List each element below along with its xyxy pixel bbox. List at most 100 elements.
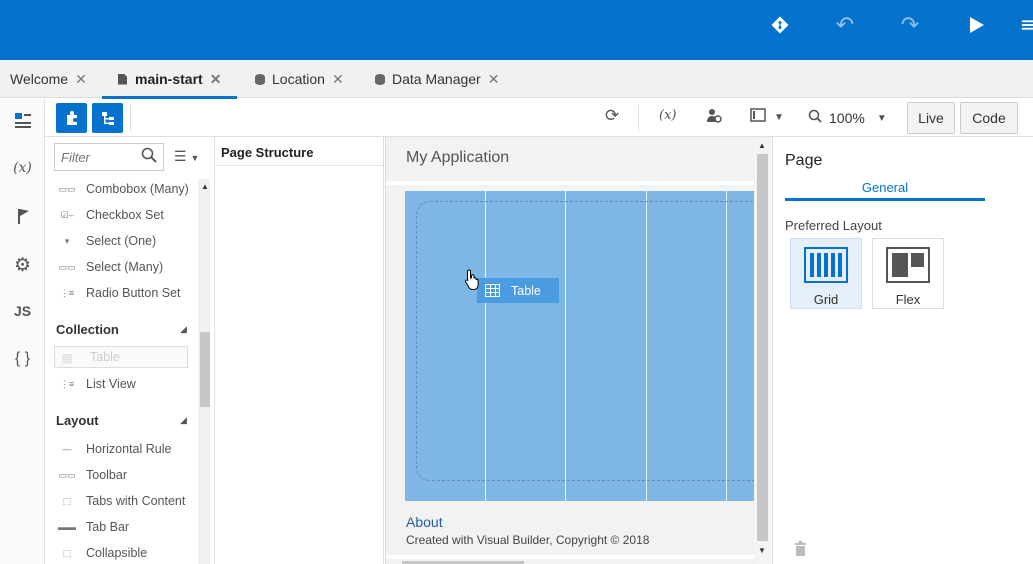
tab-location[interactable]: Location ✕ bbox=[255, 60, 344, 98]
palette-item-label: Horizontal Rule bbox=[86, 442, 172, 456]
scroll-up-arrow-icon[interactable]: ▲ bbox=[758, 141, 766, 150]
palette-item-label: Radio Button Set bbox=[86, 286, 181, 300]
play-icon[interactable] bbox=[963, 12, 989, 38]
palette-scrollbar-thumb[interactable] bbox=[200, 332, 210, 407]
js-icon[interactable]: JS bbox=[0, 303, 45, 319]
zoom-control[interactable]: 100% ▼ bbox=[808, 109, 887, 127]
variables-toggle-icon[interactable]: (x) bbox=[659, 108, 676, 123]
palette-item-collapsible[interactable]: ⬚ Collapsible bbox=[57, 542, 147, 564]
palette-item-label: Select (Many) bbox=[86, 260, 164, 274]
zoom-search-icon bbox=[808, 109, 822, 127]
close-icon[interactable]: ✕ bbox=[332, 71, 344, 88]
variables-icon[interactable]: (x) bbox=[0, 160, 45, 176]
tab-general[interactable]: General bbox=[785, 180, 985, 195]
refresh-icon[interactable]: ⟳ bbox=[605, 106, 619, 126]
toolbar-divider bbox=[638, 105, 639, 131]
divider bbox=[216, 165, 383, 166]
palette-item-select-many[interactable]: ▭▭ Select (Many) bbox=[57, 256, 163, 278]
redo-icon[interactable]: ↷ bbox=[897, 12, 923, 38]
palette-item-list-view[interactable]: ⋮≡ List View bbox=[57, 373, 136, 395]
tabs-content-icon: ⬚ bbox=[62, 496, 72, 506]
list-view-toggle-icon[interactable]: ☰ ▼ bbox=[174, 148, 199, 165]
palette-item-label: Collapsible bbox=[86, 546, 148, 560]
tab-label: Location bbox=[272, 71, 325, 87]
tab-label: Welcome bbox=[10, 71, 69, 87]
components-view-button[interactable] bbox=[56, 103, 87, 133]
components-icon[interactable] bbox=[0, 111, 45, 134]
close-icon[interactable]: ✕ bbox=[488, 71, 500, 88]
collection-heading[interactable]: Collection bbox=[56, 322, 119, 337]
footer-copyright: Created with Visual Builder, Copyright ©… bbox=[406, 533, 650, 547]
chevron-down-icon: ▼ bbox=[876, 112, 887, 124]
app-header: ↶ ↷ bbox=[0, 0, 1033, 60]
flex-layout-icon bbox=[886, 247, 930, 283]
design-canvas[interactable]: My Application Table About Created with … bbox=[385, 137, 771, 564]
divider bbox=[386, 181, 754, 185]
chevron-down-icon[interactable]: ▼ bbox=[774, 112, 784, 123]
collapse-triangle-icon[interactable]: ◢ bbox=[180, 324, 187, 335]
collapse-triangle-icon[interactable]: ◢ bbox=[180, 415, 187, 426]
footer-about-link[interactable]: About bbox=[406, 514, 443, 530]
trash-icon[interactable] bbox=[794, 541, 807, 559]
layout-label: Grid bbox=[813, 292, 839, 307]
drag-label: Table bbox=[511, 283, 541, 298]
menu-icon[interactable] bbox=[1020, 12, 1033, 38]
git-diamond-icon[interactable] bbox=[767, 12, 793, 38]
dragged-table-component[interactable]: Table bbox=[477, 278, 559, 303]
palette-item-horizontal-rule[interactable]: — Horizontal Rule bbox=[57, 438, 172, 460]
user-settings-icon[interactable] bbox=[706, 108, 722, 128]
tab-bar-icon: ▬▬ bbox=[58, 522, 76, 532]
layout-heading[interactable]: Layout bbox=[56, 413, 99, 428]
palette-item-table[interactable]: ▦ Table bbox=[54, 346, 188, 368]
flag-icon[interactable] bbox=[0, 207, 45, 230]
designer-toolbar: ⟳ (x) ▼ 100% ▼ Live Code bbox=[45, 99, 1033, 137]
palette-item-tab-bar[interactable]: ▬▬ Tab Bar bbox=[57, 516, 129, 538]
table-icon bbox=[485, 284, 500, 297]
page-structure-panel: Page Structure bbox=[216, 137, 384, 564]
layout-flex-button[interactable]: Flex bbox=[872, 238, 944, 309]
gear-icon[interactable]: ⚙ bbox=[0, 254, 45, 277]
device-size-icon[interactable] bbox=[750, 108, 766, 126]
code-button[interactable]: Code bbox=[960, 102, 1018, 134]
palette-item-toolbar[interactable]: ▭▭ Toolbar bbox=[57, 464, 127, 486]
tab-data-manager[interactable]: Data Manager ✕ bbox=[375, 60, 499, 98]
zoom-value: 100% bbox=[829, 110, 865, 126]
close-icon[interactable]: ✕ bbox=[210, 71, 222, 88]
live-button[interactable]: Live bbox=[907, 102, 955, 134]
undo-icon[interactable]: ↶ bbox=[832, 12, 858, 38]
document-icon bbox=[118, 73, 127, 85]
palette-item-label: Toolbar bbox=[86, 468, 127, 482]
left-rail: (x) ⚙ JS { } bbox=[0, 99, 45, 564]
tab-welcome[interactable]: Welcome ✕ bbox=[10, 60, 87, 98]
tab-label: Data Manager bbox=[392, 71, 481, 87]
close-icon[interactable]: ✕ bbox=[75, 71, 87, 88]
app-title[interactable]: My Application bbox=[406, 149, 509, 167]
properties-panel: Page General Preferred Layout Grid Flex bbox=[772, 137, 1033, 564]
filter-input[interactable] bbox=[61, 149, 137, 165]
hand-cursor-icon bbox=[464, 268, 482, 296]
palette-item-tabs-with-content[interactable]: ⬚ Tabs with Content bbox=[57, 490, 186, 512]
structure-view-button[interactable] bbox=[92, 103, 123, 133]
palette-item-label: Combobox (Many) bbox=[86, 182, 189, 196]
search-icon[interactable] bbox=[141, 147, 157, 167]
palette-item-label: Checkbox Set bbox=[86, 208, 164, 222]
grid-drop-zone[interactable] bbox=[405, 191, 754, 501]
palette-item-checkbox-set[interactable]: ☑– Checkbox Set bbox=[57, 204, 164, 226]
palette-item-combobox-many[interactable]: ▭▭ Combobox (Many) bbox=[57, 178, 189, 200]
divider bbox=[386, 555, 754, 559]
json-icon[interactable]: { } bbox=[0, 350, 45, 368]
preferred-layout-label: Preferred Layout bbox=[785, 218, 882, 233]
grid-layout-icon bbox=[804, 247, 848, 283]
table-icon: ▦ bbox=[61, 350, 73, 365]
filter-field[interactable] bbox=[54, 143, 164, 171]
toolbar-icon: ▭▭ bbox=[58, 470, 76, 480]
tab-main-start[interactable]: main-start ✕ bbox=[102, 60, 238, 99]
layout-grid-button[interactable]: Grid bbox=[790, 238, 862, 309]
palette-item-radio-button-set[interactable]: ⋮≡ Radio Button Set bbox=[57, 282, 181, 304]
scroll-up-arrow-icon[interactable]: ▲ bbox=[201, 182, 209, 191]
palette-item-label: List View bbox=[86, 377, 136, 391]
palette-item-select-one[interactable]: ▾ Select (One) bbox=[57, 230, 156, 252]
drop-target-outline bbox=[416, 201, 754, 481]
canvas-scrollbar-thumb[interactable] bbox=[757, 154, 768, 541]
scroll-down-arrow-icon[interactable]: ▼ bbox=[758, 546, 766, 555]
